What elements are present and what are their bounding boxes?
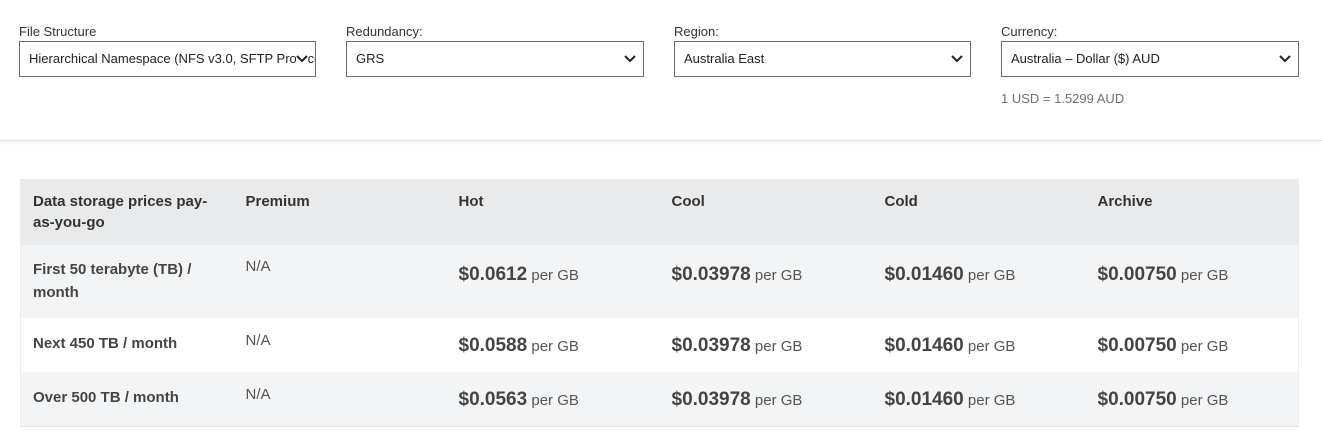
cold-price: $0.01460 per GB [872, 245, 1086, 318]
price-unit: per GB [754, 391, 803, 409]
archive-price: $0.00750 per GB [1085, 318, 1299, 372]
region-label: Region: [674, 24, 719, 39]
redundancy-select[interactable]: GRS [346, 41, 644, 77]
header-cool: Cool [659, 179, 873, 245]
header-hot: Hot [446, 179, 660, 245]
header-cold: Cold [872, 179, 1086, 245]
price-unit: per GB [531, 266, 579, 284]
exchange-rate-text: 1 USD = 1.5299 AUD [1001, 91, 1125, 106]
premium-price: N/A [233, 318, 447, 372]
price-amount: $0.0563 [458, 388, 528, 410]
price-amount: $0.03978 [671, 263, 751, 285]
pricing-table: Data storage prices pay-as-you-go Premiu… [20, 179, 1299, 427]
tier-label: Next 450 TB / month [20, 318, 234, 372]
price-amount: $0.03978 [671, 335, 751, 356]
archive-price: $0.00750 per GB [1085, 245, 1299, 318]
redundancy-label: Redundancy: [346, 24, 423, 39]
header-premium: Premium [233, 179, 447, 245]
chevron-down-icon [951, 42, 963, 76]
chevron-down-icon [296, 42, 308, 76]
redundancy-value: GRS [356, 51, 385, 66]
cool-price: $0.03978 per GB [659, 372, 873, 426]
header-archive: Archive [1085, 179, 1299, 245]
premium-price: N/A [233, 245, 447, 318]
price-amount: $0.01460 [884, 263, 964, 285]
price-unit: per GB [967, 391, 1016, 409]
price-unit: per GB [531, 338, 579, 355]
table-header-row: Data storage prices pay-as-you-go Premiu… [20, 179, 1299, 245]
cool-price: $0.03978 per GB [659, 245, 873, 318]
filter-bar: File Structure Hierarchical Namespace (N… [0, 0, 1322, 141]
chevron-down-icon [1279, 42, 1291, 76]
header-tier: Data storage prices pay-as-you-go [20, 179, 234, 245]
currency-value: Australia – Dollar ($) AUD [1011, 51, 1160, 66]
price-unit: per GB [1180, 391, 1229, 409]
hot-price: $0.0612 per GB [446, 245, 660, 318]
file-structure-label: File Structure [19, 24, 97, 39]
price-amount: $0.0612 [458, 263, 528, 285]
premium-price: N/A [233, 372, 447, 426]
hot-price: $0.0588 per GB [446, 318, 660, 372]
region-select[interactable]: Australia East [674, 41, 971, 77]
currency-label: Currency: [1001, 24, 1058, 39]
table-row: First 50 terabyte (TB) / month N/A $0.06… [20, 245, 1299, 318]
tier-label: Over 500 TB / month [20, 372, 234, 426]
chevron-down-icon [624, 42, 636, 76]
price-unit: per GB [531, 391, 579, 409]
price-unit: per GB [1180, 266, 1229, 284]
currency-filter: Currency: Australia – Dollar ($) AUD [1001, 22, 1299, 77]
table-row: Over 500 TB / month N/A $0.0563 per GB $… [20, 372, 1299, 426]
price-unit: per GB [754, 338, 803, 355]
price-amount: $0.0588 [458, 335, 528, 356]
price-unit: per GB [754, 266, 803, 284]
file-structure-select[interactable]: Hierarchical Namespace (NFS v3.0, SFTP P… [19, 41, 316, 77]
cold-price: $0.01460 per GB [872, 318, 1086, 372]
price-amount: $0.03978 [671, 388, 751, 410]
price-amount: $0.00750 [1097, 335, 1177, 356]
price-amount: $0.00750 [1097, 388, 1177, 410]
cool-price: $0.03978 per GB [659, 318, 873, 372]
hot-price: $0.0563 per GB [446, 372, 660, 426]
tier-label: First 50 terabyte (TB) / month [20, 245, 234, 318]
price-amount: $0.01460 [884, 388, 964, 410]
cold-price: $0.01460 per GB [872, 372, 1086, 426]
table-row: Next 450 TB / month N/A $0.0588 per GB $… [20, 318, 1299, 372]
archive-price: $0.00750 per GB [1085, 372, 1299, 426]
file-structure-value: Hierarchical Namespace (NFS v3.0, SFTP P… [29, 51, 316, 66]
price-unit: per GB [1180, 338, 1229, 355]
currency-select[interactable]: Australia – Dollar ($) AUD [1001, 41, 1299, 77]
price-amount: $0.01460 [884, 335, 964, 356]
price-unit: per GB [967, 338, 1016, 355]
region-value: Australia East [684, 51, 765, 66]
file-structure-filter: File Structure Hierarchical Namespace (N… [19, 22, 316, 77]
region-filter: Region: Australia East [674, 22, 971, 77]
price-unit: per GB [967, 266, 1016, 284]
price-amount: $0.00750 [1097, 263, 1177, 285]
redundancy-filter: Redundancy: GRS [346, 22, 644, 77]
